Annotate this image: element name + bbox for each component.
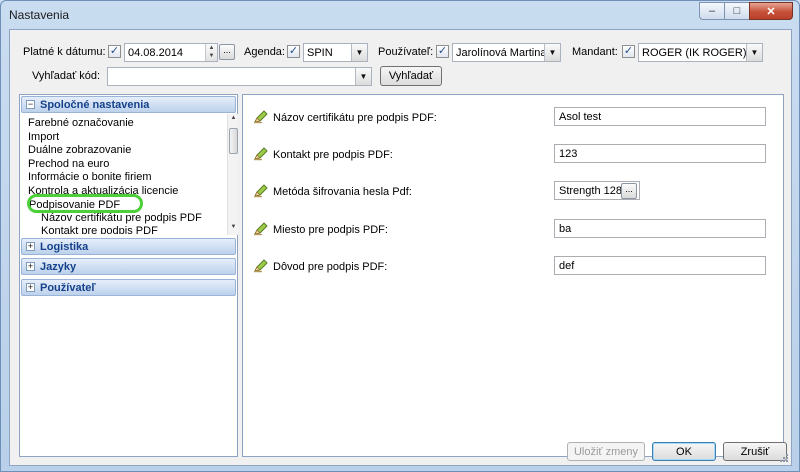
search-code-input[interactable]: ▼ [107, 67, 372, 86]
scroll-up-icon[interactable]: ▲ [229, 115, 238, 125]
close-icon: ✕ [766, 5, 776, 18]
chevron-down-icon[interactable]: ▼ [355, 68, 371, 85]
maximize-icon: □ [733, 5, 741, 17]
close-button[interactable]: ✕ [749, 2, 793, 20]
pencil-edit-icon [254, 259, 268, 273]
property-row-certificate: Názov certifikátu pre podpis PDF: Asol t… [243, 106, 783, 130]
window-title: Nastavenia [9, 8, 70, 22]
pencil-edit-icon [254, 184, 268, 198]
encryption-picker-button[interactable]: ... [621, 183, 637, 199]
agenda-label: Agenda: [244, 46, 285, 58]
dialog-client-area: Platné k dátumu: ✓ 04.08.2014 ▲ ▼ ... Age… [9, 29, 792, 466]
nav-scrollbar[interactable]: ▲ ▼ [227, 114, 238, 235]
mandant-select[interactable]: ROGER (IK ROGER) ▼ [638, 43, 763, 62]
search-button[interactable]: Vyhľadať [380, 66, 442, 86]
properties-panel: Názov certifikátu pre podpis PDF: Asol t… [242, 94, 784, 457]
user-select[interactable]: Jarolínová Martina ▼ [452, 43, 561, 62]
ok-button[interactable]: OK [652, 442, 716, 461]
nav-item[interactable]: Informácie o bonite firiem [28, 171, 152, 183]
window-controls: – □ ✕ [699, 2, 793, 20]
chevron-down-icon[interactable]: ▼ [351, 44, 367, 61]
property-row-encryption: Metóda šifrovania hesla Pdf: Strength 12… [243, 180, 783, 204]
nav-item[interactable]: Prechod na euro [28, 158, 109, 170]
nav-group-user[interactable]: + Používateľ [21, 279, 236, 296]
property-label: Miesto pre podpis PDF: [273, 224, 388, 236]
property-label: Názov certifikátu pre podpis PDF: [273, 112, 437, 124]
resize-grip-icon[interactable] [779, 453, 789, 463]
date-picker-button[interactable]: ... [219, 44, 235, 60]
settings-window: Nastavenia – □ ✕ Platné k dátumu: ✓ 04.0… [0, 0, 800, 472]
collapse-icon[interactable]: − [26, 100, 35, 109]
nav-group-logistics[interactable]: + Logistika [21, 238, 236, 255]
save-changes-button[interactable]: Uložiť zmeny [567, 442, 645, 461]
user-checkbox[interactable]: ✓ [436, 45, 449, 58]
date-spinner[interactable]: ▲ ▼ [205, 44, 217, 61]
minimize-button[interactable]: – [699, 2, 725, 20]
title-bar: Nastavenia – □ ✕ [1, 1, 799, 28]
mandant-checkbox[interactable]: ✓ [622, 45, 635, 58]
date-input[interactable]: 04.08.2014 ▲ ▼ [124, 43, 218, 62]
agenda-select[interactable]: SPIN ▼ [303, 43, 368, 62]
expand-icon[interactable]: + [26, 242, 35, 251]
signing-location-input[interactable]: ba [554, 219, 766, 238]
nav-item[interactable]: Import [28, 131, 59, 143]
scroll-thumb[interactable] [229, 128, 238, 154]
signing-reason-input[interactable]: def [554, 256, 766, 275]
chevron-down-icon[interactable]: ▼ [746, 44, 762, 61]
pencil-edit-icon [254, 222, 268, 236]
property-row-location: Miesto pre podpis PDF: ba [243, 218, 783, 242]
cancel-button[interactable]: Zrušiť [723, 442, 787, 461]
nav-group-languages[interactable]: + Jazyky [21, 258, 236, 275]
encryption-method-field[interactable]: Strength 128 ... [554, 181, 640, 200]
pencil-edit-icon [254, 110, 268, 124]
nav-item[interactable]: Farebné označovanie [28, 117, 134, 129]
expand-icon[interactable]: + [26, 283, 35, 292]
expand-icon[interactable]: + [26, 262, 35, 271]
agenda-checkbox[interactable]: ✓ [287, 45, 300, 58]
settings-navigation: − Spoločné nastavenia Farebné označovani… [19, 94, 238, 457]
date-checkbox[interactable]: ✓ [108, 45, 121, 58]
scroll-down-icon[interactable]: ▼ [229, 224, 238, 234]
date-label: Platné k dátumu: [23, 46, 106, 58]
property-label: Kontakt pre podpis PDF: [273, 149, 393, 161]
pencil-edit-icon [254, 147, 268, 161]
property-label: Dôvod pre podpis PDF: [273, 261, 388, 273]
selection-highlight-ring [27, 194, 143, 213]
nav-item[interactable]: Duálne zobrazovanie [28, 144, 131, 156]
nav-group-common[interactable]: − Spoločné nastavenia [21, 96, 236, 113]
property-row-reason: Dôvod pre podpis PDF: def [243, 255, 783, 279]
certificate-name-input[interactable]: Asol test [554, 107, 766, 126]
minimize-icon: – [708, 5, 716, 17]
nav-subitem[interactable]: Kontakt pre podpis PDF [41, 225, 158, 234]
common-settings-list: Farebné označovanie Import Duálne zobraz… [21, 114, 225, 234]
user-label: Používateľ: [378, 46, 434, 58]
search-code-label: Vyhľadať kód: [32, 70, 101, 82]
chevron-down-icon[interactable]: ▼ [544, 44, 560, 61]
nav-subitem[interactable]: Názov certifikátu pre podpis PDF [41, 212, 202, 224]
maximize-button[interactable]: □ [724, 2, 750, 20]
property-row-contact: Kontakt pre podpis PDF: 123 [243, 143, 783, 167]
contact-input[interactable]: 123 [554, 144, 766, 163]
mandant-label: Mandant: [572, 46, 618, 58]
property-label: Metóda šifrovania hesla Pdf: [273, 186, 412, 198]
